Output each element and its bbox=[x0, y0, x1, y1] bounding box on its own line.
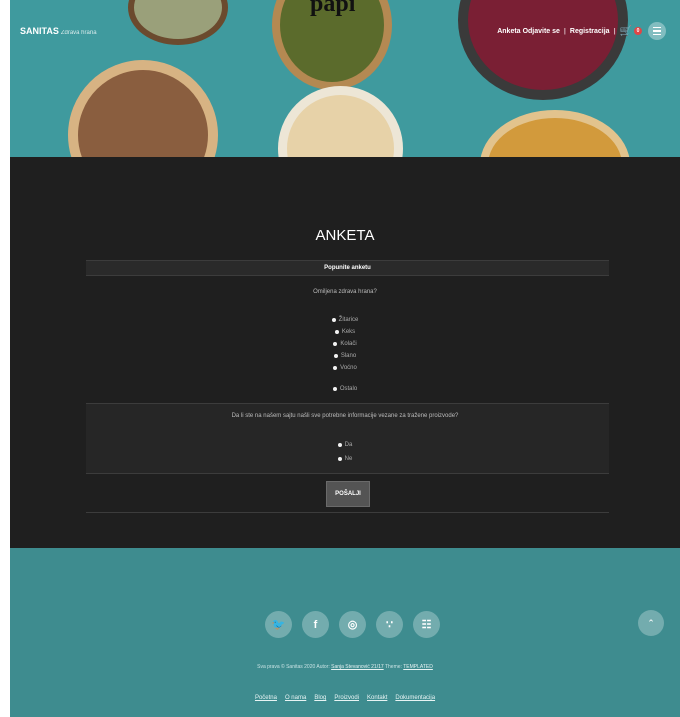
bowl-image bbox=[278, 86, 403, 157]
nav-separator: | bbox=[613, 27, 616, 35]
option-q2[interactable]: Da bbox=[10, 442, 680, 448]
footer: 🐦 f ◎ ∵ ☷ Sva prava © Sanitas 2020 Autor… bbox=[10, 548, 680, 717]
option-q2[interactable]: Ne bbox=[10, 456, 680, 462]
rss-icon[interactable]: ∵ bbox=[376, 611, 403, 638]
option-label: Ostalo bbox=[339, 386, 358, 392]
option-label: Žitarice bbox=[338, 317, 359, 323]
option-q1[interactable]: Kolači bbox=[10, 341, 680, 347]
bowl-image bbox=[480, 110, 630, 157]
option-q1[interactable]: Voćno bbox=[10, 365, 680, 371]
option-label: Keks bbox=[341, 329, 356, 335]
option-label: Kolači bbox=[340, 341, 357, 347]
survey-section: ANKETA Popunite anketu Omiljena zdrava h… bbox=[10, 157, 680, 548]
nav-link-anketa[interactable]: Anketa bbox=[497, 28, 520, 35]
bowl-image bbox=[68, 60, 218, 157]
hero-banner: papi SANITAS Zdrava hrana Anketa Odjavite… bbox=[10, 0, 680, 157]
footer-link-contact[interactable]: Kontakt bbox=[367, 695, 387, 701]
theme-link[interactable]: TEMPLATED bbox=[403, 664, 433, 670]
footer-link-docs[interactable]: Dokumentacija bbox=[395, 695, 435, 701]
option-label: Da bbox=[344, 442, 353, 448]
option-q1[interactable]: Keks bbox=[10, 329, 680, 335]
cart-count-badge: 0 bbox=[634, 27, 642, 35]
radio-button[interactable] bbox=[337, 457, 342, 461]
page-title: ANKETA bbox=[315, 227, 375, 244]
survey-title-bar: Popunite anketu bbox=[86, 260, 609, 276]
hero-title: papi bbox=[310, 0, 356, 17]
twitter-icon[interactable]: 🐦 bbox=[265, 611, 292, 638]
radio-button[interactable] bbox=[337, 443, 342, 447]
option-label: Slano bbox=[340, 353, 357, 359]
top-nav: Anketa Odjavite se | Registracija | 🛒 0 bbox=[497, 22, 666, 40]
author-link[interactable]: Sanja Stevanović 21/17 bbox=[331, 664, 384, 670]
option-q1[interactable]: Žitarice bbox=[10, 317, 680, 323]
brand-name: SANITAS bbox=[20, 26, 59, 36]
question-1: Omiljena zdrava hrana? bbox=[313, 289, 377, 295]
radio-button[interactable] bbox=[332, 387, 337, 391]
nav-separator: | bbox=[563, 27, 566, 35]
brand-tagline: Zdrava hrana bbox=[60, 30, 97, 36]
radio-button[interactable] bbox=[333, 342, 338, 346]
radio-button[interactable] bbox=[333, 366, 338, 370]
option-q1[interactable]: Slano bbox=[10, 353, 680, 359]
bowl-image bbox=[128, 0, 228, 45]
divider bbox=[86, 512, 609, 513]
credit-text: Sva prava © Sanitas 2020 Autor: bbox=[257, 664, 332, 670]
question-2: Da li ste na našem sajtu našli sve potre… bbox=[231, 413, 459, 419]
footer-credit: Sva prava © Sanitas 2020 Autor: Sanja St… bbox=[10, 664, 680, 670]
option-q1[interactable]: Ostalo bbox=[10, 386, 680, 392]
option-label: Voćno bbox=[340, 365, 357, 371]
hamburger-icon[interactable] bbox=[648, 22, 666, 40]
nav-link-logout[interactable]: Odjavite se bbox=[523, 28, 560, 35]
chevron-up-icon[interactable]: ⌃ bbox=[638, 610, 664, 636]
bowl-image bbox=[458, 0, 628, 100]
footer-links: Početna O nama Blog Proizvodi Kontakt Do… bbox=[10, 695, 680, 701]
facebook-icon[interactable]: f bbox=[302, 611, 329, 638]
submit-button[interactable]: POŠALJI bbox=[326, 481, 370, 507]
nav-link-register[interactable]: Registracija bbox=[570, 28, 610, 35]
footer-link-about[interactable]: O nama bbox=[285, 695, 306, 701]
instagram-icon[interactable]: ◎ bbox=[339, 611, 366, 638]
footer-link-products[interactable]: Proizvodi bbox=[334, 695, 359, 701]
radio-button[interactable] bbox=[333, 354, 338, 358]
social-links: 🐦 f ◎ ∵ ☷ bbox=[265, 611, 440, 638]
credit-theme-label: Theme: bbox=[383, 664, 404, 670]
footer-link-blog[interactable]: Blog bbox=[314, 695, 326, 701]
radio-button[interactable] bbox=[334, 330, 339, 334]
option-label: Ne bbox=[344, 456, 353, 462]
brand-logo[interactable]: SANITAS Zdrava hrana bbox=[20, 26, 97, 36]
radio-button[interactable] bbox=[331, 318, 336, 322]
cart-icon[interactable]: 🛒 bbox=[620, 26, 632, 37]
sitemap-icon[interactable]: ☷ bbox=[413, 611, 440, 638]
footer-link-home[interactable]: Početna bbox=[255, 695, 277, 701]
